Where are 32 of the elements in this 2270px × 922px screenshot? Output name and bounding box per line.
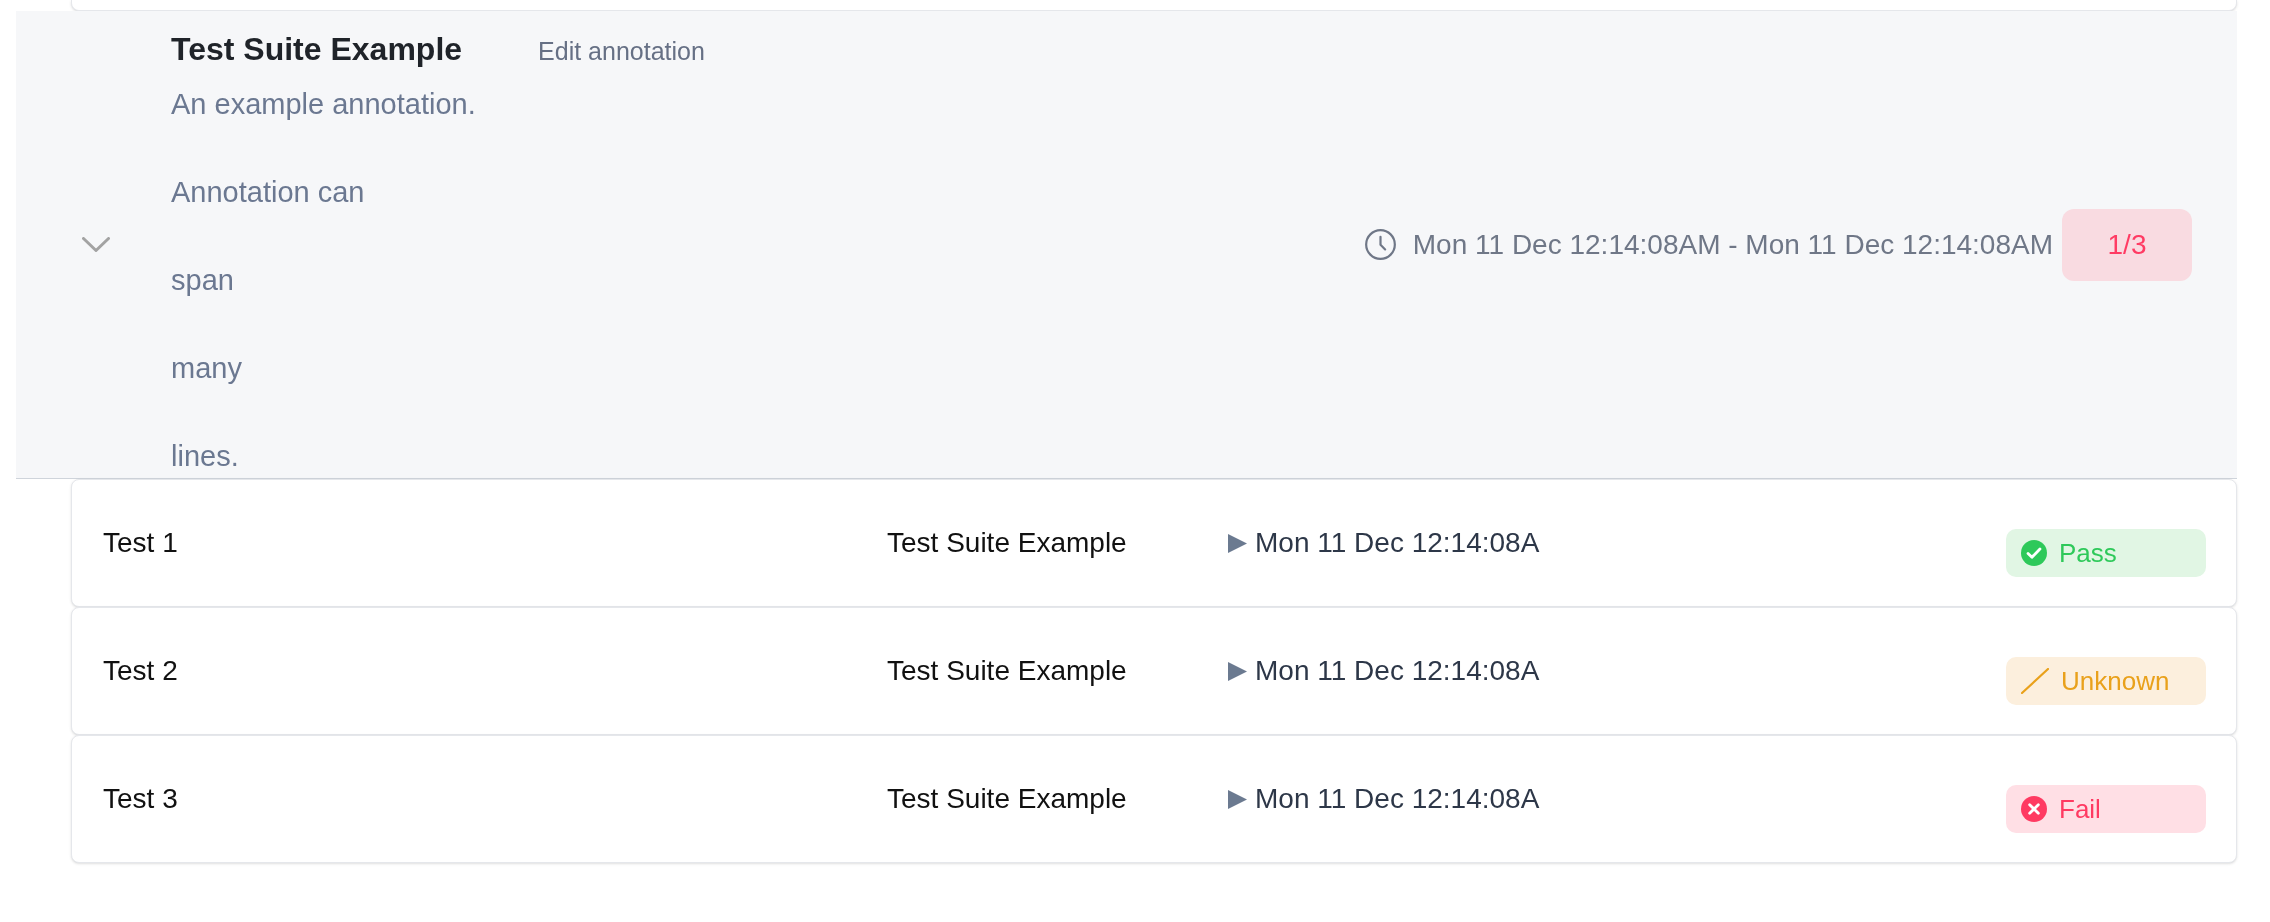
play-icon xyxy=(1228,661,1247,681)
annotation-text: An example annotation. xyxy=(171,87,477,122)
check-circle-icon xyxy=(2021,540,2047,566)
slash-icon xyxy=(2021,668,2049,694)
chevron-down-icon xyxy=(82,237,110,252)
x-circle-icon xyxy=(2021,796,2047,822)
status-badge: Unknown xyxy=(2006,657,2206,705)
suite-title: Test Suite Example xyxy=(171,30,463,69)
test-row[interactable]: Test 3 Test Suite Example Mon 11 Dec 12:14:08A Fail xyxy=(71,735,2237,863)
suite-name: Test Suite Example xyxy=(887,654,1128,688)
suite-name: Test Suite Example xyxy=(887,782,1128,816)
test-name: Test 2 xyxy=(103,654,179,688)
time-range: Mon 11 Dec 12:14:08AM - Mon 11 Dec 12:14:08AM xyxy=(1412,227,2053,262)
clock-icon xyxy=(1364,229,1396,260)
count-badge: 1/3 xyxy=(2062,208,2192,281)
status-badge: Fail xyxy=(2006,785,2206,833)
play-icon xyxy=(1228,789,1247,809)
test-row[interactable]: Test 2 Test Suite Example Mon 11 Dec 12:14:08A Unknown xyxy=(71,607,2237,735)
start-time: Mon 11 Dec 12:14:08A xyxy=(1255,526,1540,560)
start-time: Mon 11 Dec 12:14:08A xyxy=(1255,782,1540,816)
status-badge: Pass xyxy=(2006,529,2206,577)
edit-annotation-link[interactable]: Edit annotation xyxy=(538,35,705,67)
test-name: Test 3 xyxy=(103,782,179,816)
test-name: Test 1 xyxy=(103,526,179,560)
start-time: Mon 11 Dec 12:14:08A xyxy=(1255,654,1540,688)
annotation-text: span xyxy=(171,263,235,298)
annotation-text: lines. xyxy=(171,439,240,474)
annotation-text: Annotation can xyxy=(171,175,366,210)
play-icon xyxy=(1228,533,1247,553)
suite-name: Test Suite Example xyxy=(887,526,1128,560)
annotation-text: many xyxy=(171,351,243,386)
test-row[interactable]: Test 1 Test Suite Example Mon 11 Dec 12:14:08A Pass xyxy=(71,479,2237,607)
